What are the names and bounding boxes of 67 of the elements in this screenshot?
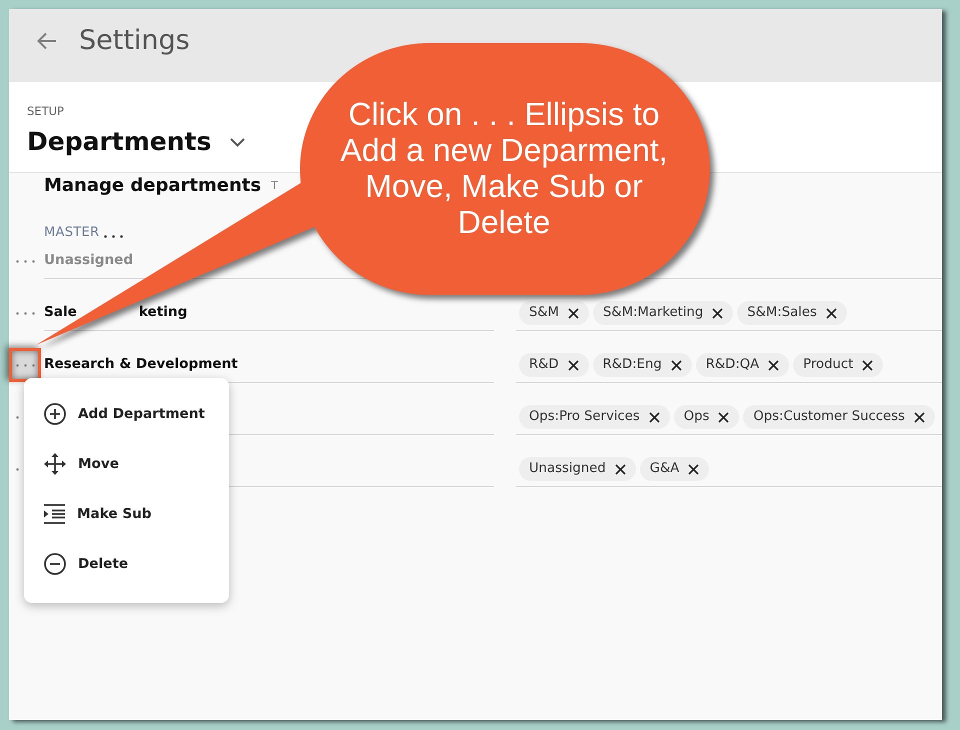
more-icon: [16, 260, 34, 262]
group-menu-button[interactable]: [104, 235, 124, 238]
section-eyebrow: SETUP: [27, 103, 64, 119]
section-hint: T: [271, 179, 278, 193]
move-arrows-icon: [44, 453, 66, 475]
tag-label: Product: [803, 357, 854, 373]
remove-tag-button[interactable]: [568, 360, 579, 370]
minus-circle-icon: [44, 553, 66, 575]
menu-item[interactable]: Move: [24, 439, 229, 489]
close-icon: [712, 308, 724, 318]
remove-tag-button[interactable]: [670, 360, 682, 370]
tag-label: Ops: [684, 409, 710, 425]
more-icon: [16, 312, 34, 314]
tag-label: S&M: [529, 305, 560, 321]
tag-label: Ops:Customer Success: [753, 409, 905, 425]
tag-label: G&A: [650, 461, 680, 477]
close-icon: [568, 308, 580, 318]
page-title: Departments: [27, 126, 212, 158]
menu-item[interactable]: Delete: [24, 539, 229, 589]
close-icon: [826, 308, 837, 318]
section-title: Manage departments: [44, 174, 262, 198]
remove-tag-button[interactable]: [648, 412, 660, 422]
department-name: Unassigned: [44, 251, 134, 270]
remove-tag-button[interactable]: [712, 308, 724, 318]
department-name: keting: [138, 303, 188, 322]
plus-circle-icon: [44, 403, 66, 425]
close-icon: [568, 360, 579, 370]
dot-icon: [16, 468, 18, 470]
department-name: Sale: [44, 303, 77, 322]
remove-tag-button[interactable]: [914, 412, 925, 422]
close-icon: [670, 360, 682, 370]
close-icon: [718, 412, 730, 422]
remove-tag-button[interactable]: [826, 308, 837, 318]
tag-label: Unassigned: [529, 461, 606, 477]
chevron-down-icon: [230, 138, 246, 146]
remove-tag-button[interactable]: [718, 412, 730, 422]
callout-text: Click on . . . Ellipsis to Add a new Deparment, Move, Make Sub or Delete: [339, 96, 669, 240]
tag-label: R&D: [529, 357, 559, 373]
tag-label: R&D:QA: [706, 357, 760, 373]
menu-item[interactable]: Make Sub: [24, 489, 229, 539]
dot-icon: [16, 416, 18, 418]
group-label: MASTER: [44, 225, 100, 241]
back-button[interactable]: [37, 32, 57, 50]
close-icon: [688, 464, 700, 474]
remove-tag-button[interactable]: [862, 360, 874, 370]
row-menu-button[interactable]: [9, 348, 41, 382]
close-icon: [914, 412, 925, 422]
remove-tag-button[interactable]: [614, 464, 626, 474]
remove-tag-button[interactable]: [568, 308, 580, 318]
more-icon: [16, 364, 34, 366]
tag-label: S&M:Marketing: [603, 305, 704, 321]
back-arrow-icon: [37, 32, 57, 50]
close-icon: [768, 360, 780, 370]
tag-label: R&D:Eng: [602, 357, 662, 373]
remove-tag-button[interactable]: [688, 464, 700, 474]
close-icon: [614, 464, 626, 474]
department-name: Research & Development: [44, 355, 238, 374]
indent-icon: [44, 504, 65, 524]
more-icon: [104, 235, 124, 238]
menu-item[interactable]: Add Department: [24, 389, 229, 439]
tag-label: S&M:Sales: [747, 305, 817, 321]
close-icon: [862, 360, 874, 370]
tag-label: Ops:Pro Services: [529, 409, 640, 425]
remove-tag-button[interactable]: [768, 360, 780, 370]
close-icon: [648, 412, 660, 422]
window-title: Settings: [79, 24, 190, 58]
dropdown-button[interactable]: [230, 138, 246, 146]
